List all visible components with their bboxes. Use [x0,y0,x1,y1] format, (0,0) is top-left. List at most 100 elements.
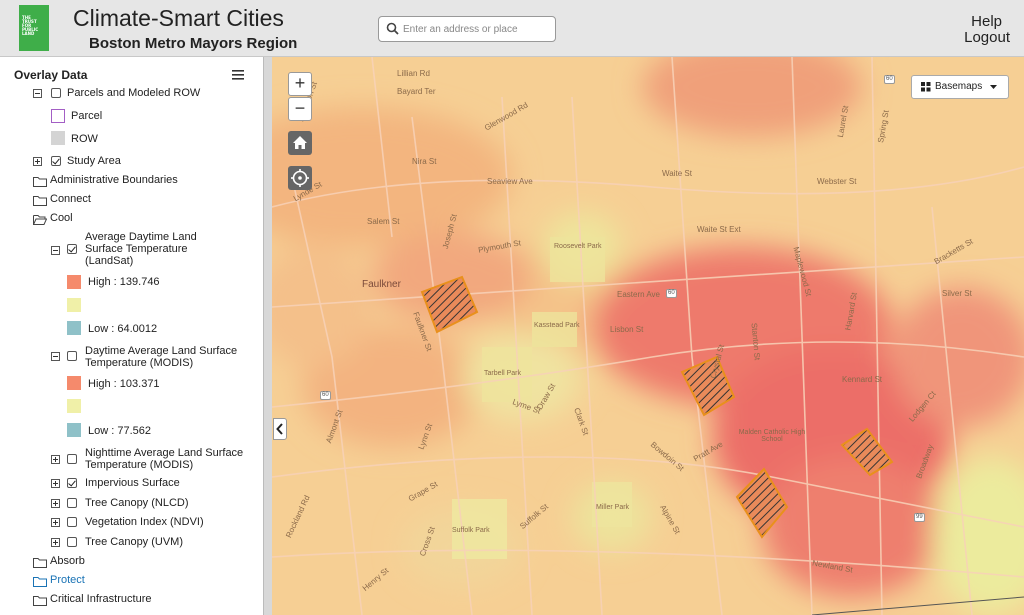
chevron-left-icon [276,423,283,435]
logout-link[interactable]: Logout [964,29,1010,46]
sidebar-scrollbar[interactable] [263,57,272,615]
collapse-toggle-icon[interactable] [51,246,60,255]
layer-tree-canopy-uvm-label[interactable]: Tree Canopy (UVM) [85,536,183,548]
street-label: Nira St [412,157,437,166]
trust-for-public-land-logo[interactable]: THE TRUST FOR PUBLIC LAND [19,5,49,51]
address-search-input[interactable] [401,19,553,39]
legend-swatch-low [67,423,81,437]
park-label: Tarbell Park [484,370,521,377]
search-icon [386,22,399,35]
legend-swatch-mid [67,399,81,413]
route-shield: 60 [884,75,895,84]
layer-parcels-label[interactable]: Parcels and Modeled ROW [67,87,200,99]
study-area-checkbox[interactable] [51,156,61,166]
folder-open-icon [33,215,47,225]
folder-icon [33,177,47,187]
street-label: Waite St [662,169,692,178]
route-shield: 60 [666,289,677,298]
park-label: Suffolk Park [452,527,490,534]
basemaps-label: Basemaps [935,81,983,92]
collapse-panel-button[interactable] [273,418,287,440]
park-label: Miller Park [596,504,630,511]
heat-map-layer [272,57,1024,615]
crosshair-icon [291,169,309,187]
overlay-data-panel: Overlay Data Parcels and Modeled ROW Par… [0,57,263,615]
expand-toggle-icon[interactable] [51,455,60,464]
zoom-out-button[interactable]: − [288,97,312,121]
street-label: Lisbon St [610,325,644,334]
modis-nighttime-checkbox[interactable] [67,454,77,464]
layer-ndvi-label[interactable]: Vegetation Index (NDVI) [85,516,204,528]
street-label: Silver St [942,289,972,298]
legend-low-value: Low : 77.562 [88,425,151,437]
folder-cool[interactable]: Cool [50,212,73,224]
route-shield: 60 [320,391,331,400]
folder-icon [33,196,47,206]
help-link[interactable]: Help [971,13,1002,30]
map-view[interactable]: Faulkner Roosevelt Park Kasstead Park Ta… [272,57,1024,615]
legend-swatch-low [67,321,81,335]
layer-modis-daytime-label[interactable]: Daytime Average Land Surface Temperature… [85,345,255,369]
park-label: Roosevelt Park [554,243,602,250]
expand-toggle-icon[interactable] [51,538,60,547]
basemaps-dropdown[interactable]: Basemaps [911,75,1009,99]
layer-avg-daytime-lst-label[interactable]: Average Daytime Land Surface Temperature… [85,231,225,267]
folder-critical-infrastructure[interactable]: Critical Infrastructure [50,593,151,605]
zoom-in-button[interactable]: + [288,72,312,96]
park-label: Kasstead Park [534,322,580,329]
layer-modis-nighttime-label[interactable]: Nighttime Average Land Surface Temperatu… [85,447,255,471]
locate-button[interactable] [288,166,312,190]
home-extent-button[interactable] [288,131,312,155]
app-subtitle: Boston Metro Mayors Region [89,35,298,52]
logo-text-line: LAND [22,31,35,36]
avg-daytime-lst-checkbox[interactable] [67,244,77,254]
legend-swatch-high [67,275,81,289]
expand-toggle-icon[interactable] [51,479,60,488]
parcels-layer-checkbox[interactable] [51,88,61,98]
ndvi-checkbox[interactable] [67,517,77,527]
folder-icon [33,596,47,606]
tree-canopy-nlcd-checkbox[interactable] [67,498,77,508]
school-label: Malden Catholic High School [738,429,806,443]
impervious-surface-checkbox[interactable] [67,478,77,488]
route-shield: 99 [914,513,925,522]
street-label: Webster St [817,177,857,186]
expand-toggle-icon[interactable] [51,518,60,527]
layer-study-area-label[interactable]: Study Area [67,155,121,167]
street-label: Eastern Ave [617,290,660,299]
folder-protect[interactable]: Protect [50,574,85,586]
collapse-toggle-icon[interactable] [33,89,42,98]
legend-high-value: High : 103.371 [88,378,160,390]
legend-parcel-label: Parcel [71,110,103,122]
street-label: Bayard Ter [397,87,436,96]
folder-icon [33,558,47,568]
parcel-swatch-icon [51,109,65,123]
overlay-data-heading: Overlay Data [14,68,88,82]
app-header: THE TRUST FOR PUBLIC LAND Climate-Smart … [0,0,1024,57]
expand-toggle-icon[interactable] [33,157,42,166]
legend-swatch-high [67,376,81,390]
app-title: Climate-Smart Cities [73,5,284,31]
street-label: Seaview Ave [487,177,533,186]
folder-connect[interactable]: Connect [50,193,91,205]
layer-tree-canopy-nlcd-label[interactable]: Tree Canopy (NLCD) [85,497,189,509]
expand-toggle-icon[interactable] [51,499,60,508]
home-icon [293,136,307,149]
street-label: Lillian Rd [397,69,430,78]
layer-impervious-surface-label[interactable]: Impervious Surface [85,477,180,489]
folder-absorb[interactable]: Absorb [50,555,85,567]
address-search-box[interactable] [378,16,556,42]
legend-high-value: High : 139.746 [88,276,160,288]
legend-low-value: Low : 64.0012 [88,323,158,335]
place-label: Faulkner [362,279,401,290]
grid-icon [921,82,931,92]
street-label: Salem St [367,217,400,226]
modis-daytime-checkbox[interactable] [67,351,77,361]
hamburger-menu-icon[interactable] [232,70,244,80]
folder-administrative-boundaries[interactable]: Administrative Boundaries [50,174,178,186]
legend-row-label: ROW [71,133,98,145]
folder-icon [33,577,47,587]
row-swatch-icon [51,131,65,145]
tree-canopy-uvm-checkbox[interactable] [67,537,77,547]
collapse-toggle-icon[interactable] [51,352,60,361]
